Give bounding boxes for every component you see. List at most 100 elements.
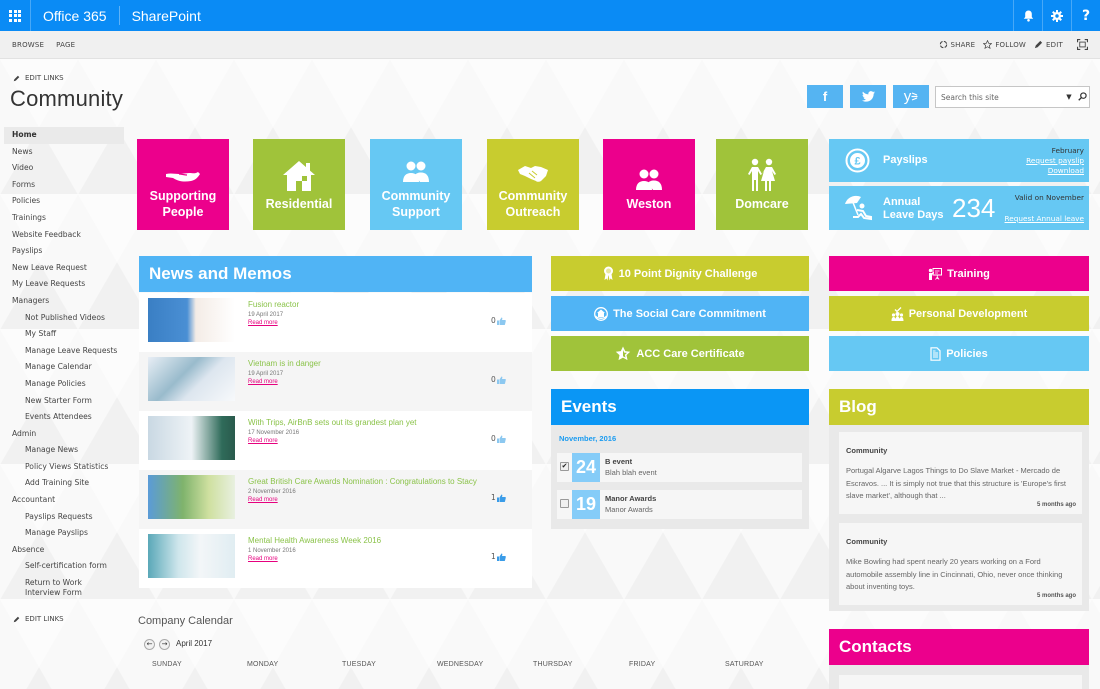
sidebar-item[interactable]: Manage Policies xyxy=(4,376,124,393)
personal-development-button[interactable]: Personal Development xyxy=(829,296,1089,331)
sidebar-item[interactable]: Home xyxy=(4,127,124,144)
tile-weston[interactable]: Weston xyxy=(603,139,695,230)
read-more-link[interactable]: Read more xyxy=(248,497,278,503)
sidebar-item[interactable]: Manage Payslips xyxy=(4,525,124,542)
calendar-next-button[interactable]: → xyxy=(159,639,170,650)
blog-category[interactable]: Community xyxy=(846,537,887,546)
sharepoint-app-link[interactable]: SharePoint xyxy=(118,6,213,25)
acc-care-certificate-button[interactable]: ACC Care Certificate xyxy=(551,336,809,371)
tile-supporting-people[interactable]: Supporting People xyxy=(137,139,229,230)
policies-button[interactable]: Policies xyxy=(829,336,1089,371)
sidebar-item[interactable]: Manage Leave Requests xyxy=(4,343,124,360)
tile-community-support[interactable]: Community Support xyxy=(370,139,462,230)
sidebar-item[interactable]: Manage Calendar xyxy=(4,359,124,376)
news-title[interactable]: Great British Care Awards Nomination : C… xyxy=(248,477,477,486)
sidebar-item[interactable]: Policy Views Statistics xyxy=(4,459,124,476)
presentation-icon xyxy=(928,267,943,280)
tile-label: Residential xyxy=(265,196,333,211)
pencil-icon xyxy=(13,616,20,622)
sidebar-item[interactable]: Managers xyxy=(4,293,124,310)
news-thumbnail[interactable] xyxy=(148,534,235,578)
news-title[interactable]: Vietnam is in danger xyxy=(248,359,321,368)
follow-button[interactable]: FOLLOW xyxy=(983,40,1026,49)
read-more-link[interactable]: Read more xyxy=(248,438,278,444)
sidebar-item[interactable]: Forms xyxy=(4,177,124,194)
sidebar-item[interactable]: New Leave Request xyxy=(4,260,124,277)
settings-button[interactable] xyxy=(1042,0,1071,31)
yammer-button[interactable]: y xyxy=(893,85,929,108)
blog-category[interactable]: Community xyxy=(846,446,887,455)
tile-community-outreach[interactable]: Community Outreach xyxy=(487,139,579,230)
tab-browse[interactable]: BROWSE xyxy=(6,41,50,49)
app-launcher-button[interactable] xyxy=(0,0,31,31)
edit-links-top-button[interactable]: EDIT LINKS xyxy=(13,74,64,82)
sidebar-item[interactable]: Trainings xyxy=(4,210,124,227)
sidebar-item[interactable]: Add Training Site xyxy=(4,475,124,492)
social-care-commitment-button[interactable]: The Social Care Commitment xyxy=(551,296,809,331)
sidebar-item[interactable]: Events Attendees xyxy=(4,409,124,426)
sidebar-item[interactable]: Website Feedback xyxy=(4,227,124,244)
sidebar-item[interactable]: Manage News xyxy=(4,442,124,459)
sidebar-item[interactable]: My Leave Requests xyxy=(4,276,124,293)
sidebar-item[interactable]: Self-certification form xyxy=(4,558,124,575)
tile-residential[interactable]: Residential xyxy=(253,139,345,230)
training-button[interactable]: Training xyxy=(829,256,1089,291)
like-button[interactable]: 0 xyxy=(491,316,506,325)
twitter-button[interactable] xyxy=(850,85,886,108)
news-thumbnail[interactable] xyxy=(148,357,235,401)
focus-mode-button[interactable] xyxy=(1077,39,1088,50)
search-input[interactable] xyxy=(936,92,1063,102)
event-checkbox[interactable]: ✔ xyxy=(560,462,569,471)
edit-links-bottom-button[interactable]: EDIT LINKS xyxy=(13,615,64,623)
news-thumbnail[interactable] xyxy=(148,416,235,460)
sidebar-item[interactable]: Absence xyxy=(4,542,124,559)
sidebar-item[interactable]: Payslips xyxy=(4,243,124,260)
download-payslip-link[interactable]: Download xyxy=(1048,166,1084,175)
blog-post[interactable]: Community Mike Bowling had spent nearly … xyxy=(839,523,1082,605)
share-button[interactable]: SHARE xyxy=(939,40,976,49)
sidebar-item[interactable]: My Staff xyxy=(4,326,124,343)
edit-button[interactable]: EDIT xyxy=(1034,40,1063,49)
event-title[interactable]: B event xyxy=(605,457,632,466)
sidebar-item[interactable]: New Starter Form xyxy=(4,393,124,410)
sidebar-item[interactable]: Admin xyxy=(4,426,124,443)
sidebar-item[interactable]: News xyxy=(4,144,124,161)
sidebar-item[interactable]: Payslips Requests xyxy=(4,509,124,526)
like-button[interactable]: 1 xyxy=(491,552,506,561)
help-button[interactable]: ? xyxy=(1071,0,1100,31)
search-button[interactable] xyxy=(1075,91,1089,103)
news-title[interactable]: Mental Health Awareness Week 2016 xyxy=(248,536,381,545)
news-title[interactable]: Fusion reactor xyxy=(248,300,299,309)
tile-domcare[interactable]: Domcare xyxy=(716,139,808,230)
event-title[interactable]: Manor Awards xyxy=(605,494,656,503)
event-item[interactable]: 19 Manor Awards Manor Awards xyxy=(557,490,802,519)
sidebar-item[interactable]: Video xyxy=(4,160,124,177)
request-payslip-link[interactable]: Request payslip xyxy=(1026,156,1084,165)
tab-page[interactable]: PAGE xyxy=(50,41,81,49)
search-scope-dropdown[interactable]: ▼ xyxy=(1063,93,1075,101)
facebook-button[interactable]: f xyxy=(807,85,843,108)
news-title[interactable]: With Trips, AirBnB sets out its grandest… xyxy=(248,418,417,427)
event-checkbox[interactable] xyxy=(560,499,569,508)
news-thumbnail[interactable] xyxy=(148,475,235,519)
request-annual-leave-link[interactable]: Request Annual leave xyxy=(1005,214,1084,223)
news-thumbnail[interactable] xyxy=(148,298,235,342)
office365-brand[interactable]: Office 365 xyxy=(31,0,119,31)
blog-excerpt: Portugal Algarve Lagos Things to Do Slav… xyxy=(846,466,1067,500)
like-button[interactable]: 0 xyxy=(491,375,506,384)
sidebar-item[interactable]: Policies xyxy=(4,193,124,210)
like-button[interactable]: 1 xyxy=(491,493,506,502)
sidebar-item[interactable]: Not Published Videos xyxy=(4,310,124,327)
read-more-link[interactable]: Read more xyxy=(248,320,278,326)
dignity-challenge-button[interactable]: 10 Point Dignity Challenge xyxy=(551,256,809,291)
read-more-link[interactable]: Read more xyxy=(248,556,278,562)
like-button[interactable]: 0 xyxy=(491,434,506,443)
event-item[interactable]: ✔ 24 B event Blah blah event xyxy=(557,453,802,482)
sidebar-item[interactable]: Accountant xyxy=(4,492,124,509)
blog-post[interactable]: Community Portugal Algarve Lagos Things … xyxy=(839,432,1082,514)
site-title[interactable]: Community xyxy=(10,86,123,112)
calendar-prev-button[interactable]: ← xyxy=(144,639,155,650)
notifications-button[interactable] xyxy=(1013,0,1042,31)
sidebar-item[interactable]: Return to Work Interview Form xyxy=(4,575,94,601)
read-more-link[interactable]: Read more xyxy=(248,379,278,385)
